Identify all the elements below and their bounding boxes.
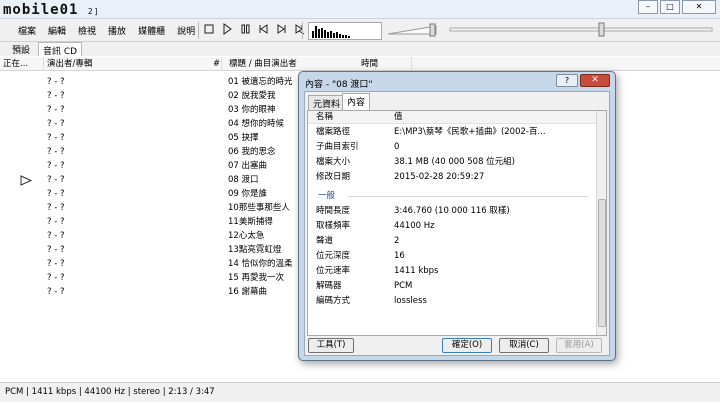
menu-view[interactable]: 檢視 [72, 24, 102, 37]
property-row[interactable]: 檔案大小 38.1 MB (40 000 508 位元組) [308, 156, 598, 169]
cancel-button[interactable]: 取消(C) [499, 338, 549, 353]
properties-panel: 名稱 值 檔案路徑 E:\MP3\蔡琴《民歌+插曲》(2002-百... 子曲目索… [307, 110, 607, 336]
volume-slider[interactable] [386, 23, 444, 37]
toolbar-separator [198, 22, 199, 39]
section-divider [348, 196, 588, 197]
properties-dialog: 內容 - "08 渡口" ? ✕ 元資料 內容 名稱 值 檔案路徑 E:\MP3\… [298, 71, 616, 361]
menu-library[interactable]: 媒體櫃 [132, 24, 171, 37]
window-controls: – □ ✕ [638, 0, 716, 14]
apply-button[interactable]: 套用(A) [556, 338, 602, 353]
property-row[interactable]: 位元速率 1411 kbps [308, 265, 598, 278]
tab-default[interactable]: 預設 [8, 42, 34, 56]
section-general: 一般 [318, 191, 336, 201]
random-icon[interactable]: ? [294, 23, 305, 35]
ok-button[interactable]: 確定(O) [442, 338, 492, 353]
tools-button[interactable]: 工具(T) [308, 338, 354, 353]
column-artist-album[interactable]: 演出者/專輯 [44, 57, 222, 71]
stop-icon[interactable] [204, 23, 215, 35]
dialog-body: 元資料 內容 名稱 值 檔案路徑 E:\MP3\蔡琴《民歌+插曲》(2002-百.… [304, 91, 610, 356]
property-row[interactable]: 聲道 2 [308, 235, 598, 248]
spectrum-visualizer [308, 22, 382, 40]
column-duration[interactable]: 時間 [358, 57, 412, 71]
property-row[interactable]: 檔案路徑 E:\MP3\蔡琴《民歌+插曲》(2002-百... [308, 126, 598, 139]
column-track-number[interactable]: # [210, 57, 226, 71]
status-bar: PCM | 1411 kbps | 44100 Hz | stereo | 2:… [0, 382, 720, 402]
menu-playback[interactable]: 播放 [102, 24, 132, 37]
properties-header: 名稱 值 [308, 111, 596, 124]
property-row[interactable]: 取樣頻率 44100 Hz [308, 220, 598, 233]
next-icon[interactable] [276, 23, 287, 35]
menu-bar: 檔案 編輯 檢視 播放 媒體櫃 說明 [0, 19, 201, 42]
now-playing-icon [20, 175, 32, 186]
property-row[interactable]: 時間長度 3:46.760 (10 000 116 取樣) [308, 205, 598, 218]
menu-edit[interactable]: 編輯 [42, 24, 72, 37]
title-bar: mobile01 2] – □ ✕ [0, 0, 720, 19]
property-row[interactable]: 修改日期 2015-02-28 20:59:27 [308, 171, 598, 184]
toolbar-separator [302, 22, 303, 39]
property-row[interactable]: 子曲目索引 0 [308, 141, 598, 154]
column-playing[interactable]: 正在... [0, 57, 44, 71]
pause-icon[interactable] [240, 23, 251, 35]
minimize-button[interactable]: – [638, 0, 658, 14]
tab-audio-cd[interactable]: 音訊 CD [38, 42, 83, 57]
menu-help[interactable]: 說明 [171, 24, 201, 37]
playlist-tabs: 預設 音訊 CD [0, 42, 720, 57]
play-icon[interactable] [222, 23, 233, 35]
maximize-button[interactable]: □ [660, 0, 680, 14]
close-window-button[interactable]: ✕ [682, 0, 716, 14]
app-logo: mobile01 2] [3, 2, 100, 18]
property-row[interactable]: 編碼方式 lossless [308, 295, 598, 308]
tab-metadata[interactable]: 元資料 [308, 95, 346, 110]
properties-scrollbar[interactable] [596, 111, 606, 335]
seek-bar[interactable] [448, 22, 714, 38]
property-row[interactable]: 位元深度 16 [308, 250, 598, 263]
menu-file[interactable]: 檔案 [12, 24, 42, 37]
column-title[interactable]: 標題 / 曲目演出者 [226, 57, 376, 71]
scrollbar-thumb[interactable] [598, 199, 606, 327]
playlist-header: 正在... 演出者/專輯 # 標題 / 曲目演出者 時間 [0, 57, 720, 71]
property-row[interactable]: 解碼器 PCM [308, 280, 598, 293]
tab-properties[interactable]: 內容 [342, 93, 371, 110]
previous-icon[interactable] [258, 23, 269, 35]
close-dialog-button[interactable]: ✕ [580, 74, 610, 87]
help-button[interactable]: ? [556, 74, 578, 87]
status-text: PCM | 1411 kbps | 44100 Hz | stereo | 2:… [5, 387, 215, 397]
menu-toolbar: 檔案 編輯 檢視 播放 媒體櫃 說明 ? [0, 19, 720, 42]
dialog-title: 內容 - "08 渡口" [305, 80, 373, 90]
transport-controls: ? [204, 23, 305, 35]
